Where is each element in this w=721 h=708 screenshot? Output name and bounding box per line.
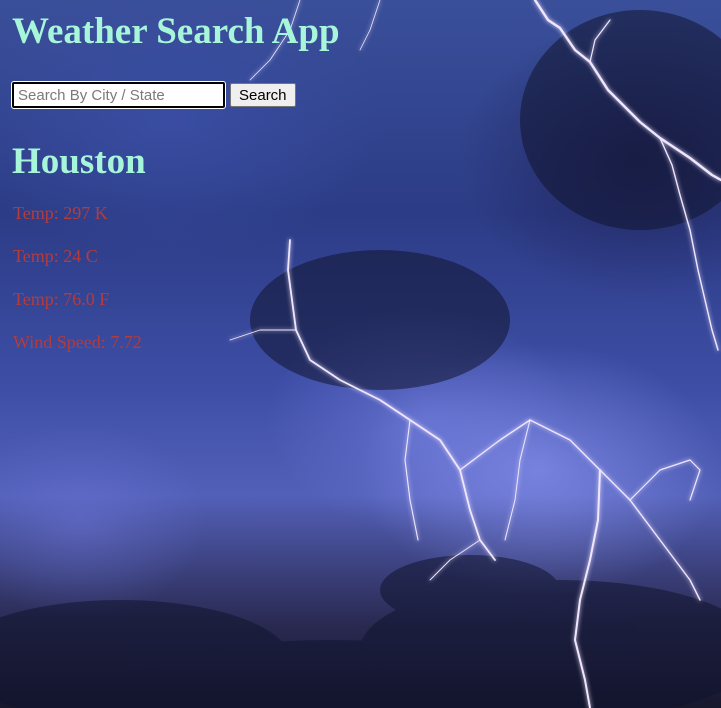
app-title: Weather Search App xyxy=(12,11,340,52)
weather-readings: Temp: 297 K Temp: 24 C Temp: 76.0 F Wind… xyxy=(12,203,721,352)
search-bar: Search xyxy=(11,81,721,109)
app-container: Weather Search App Search Houston Temp: … xyxy=(0,0,721,352)
temp-celsius: Temp: 24 C xyxy=(13,246,98,266)
temp-fahrenheit: Temp: 76.0 F xyxy=(13,289,110,309)
city-name: Houston xyxy=(12,141,146,182)
search-input[interactable] xyxy=(11,81,226,109)
search-button[interactable]: Search xyxy=(230,83,296,107)
temp-kelvin: Temp: 297 K xyxy=(13,203,108,223)
wind-speed: Wind Speed: 7.72 xyxy=(13,332,142,352)
